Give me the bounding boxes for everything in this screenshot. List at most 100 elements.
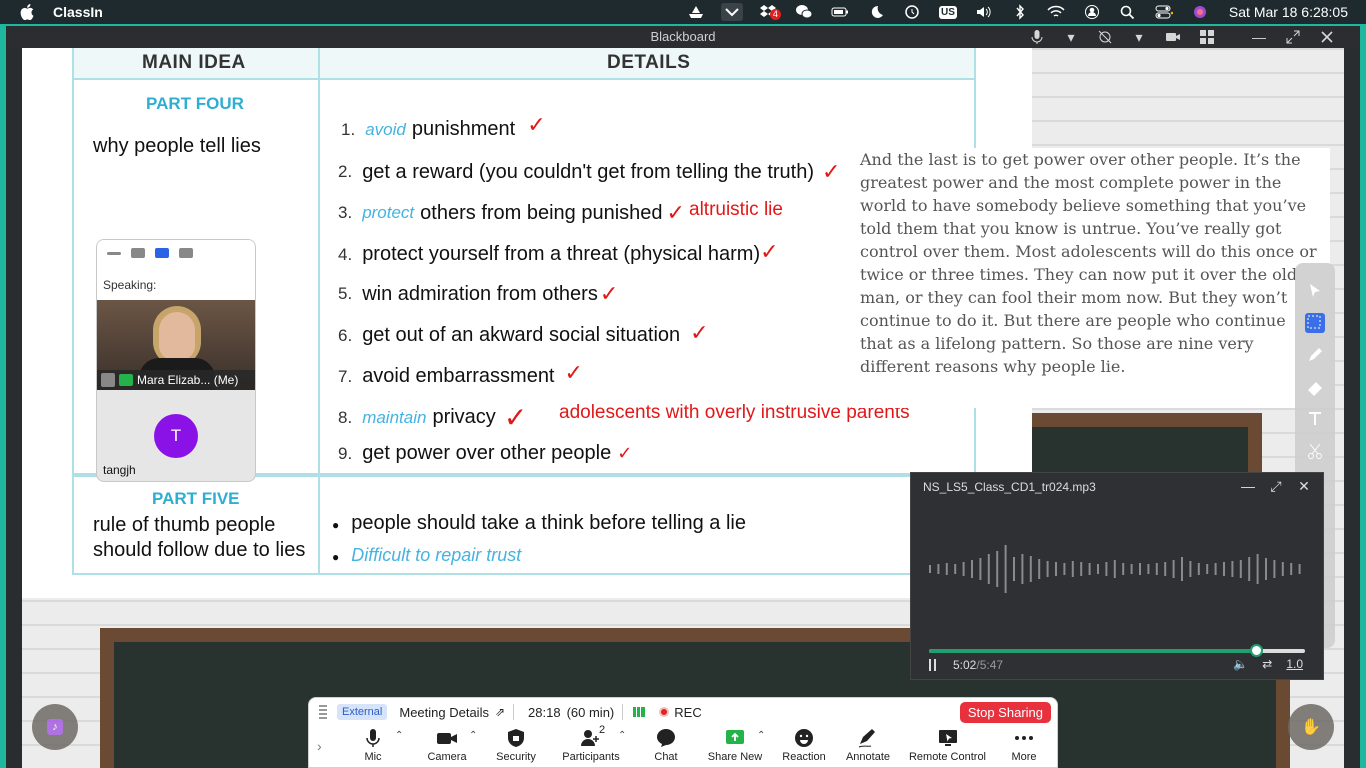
raise-hand-icon: ✋ <box>1301 719 1321 736</box>
wifi-icon[interactable] <box>1045 3 1067 21</box>
minimize-panel-icon[interactable] <box>107 252 121 255</box>
annotate-icon <box>858 729 875 748</box>
chevron-down-icon[interactable]: ▾ <box>1062 28 1080 46</box>
chevron-down-icon[interactable]: ▾ <box>1130 28 1148 46</box>
bluetooth-icon[interactable] <box>1009 3 1031 21</box>
raise-hand-button[interactable]: ✋ <box>1288 704 1334 750</box>
transcript-quote: And the last is to get power over other … <box>852 148 1330 408</box>
detail-row: 5. win admiration from others ✓ <box>338 281 619 306</box>
battery-icon[interactable] <box>829 3 851 21</box>
participant-name: tangjh <box>103 463 136 477</box>
input-source-icon[interactable]: US <box>937 3 959 21</box>
microphone-icon[interactable] <box>1028 28 1046 46</box>
ship-icon[interactable] <box>685 3 707 21</box>
meeting-buttons-row: › Mic ⌃ Camera ⌃ Security Participants 2… <box>309 724 1059 768</box>
bullet-item: ● people should take a think before telli… <box>332 512 746 534</box>
more-button[interactable]: More <box>989 728 1059 763</box>
volume-icon[interactable] <box>973 3 995 21</box>
stop-sharing-button[interactable]: Stop Sharing <box>959 702 1051 723</box>
check-mark: ✓ <box>599 281 619 306</box>
list-view-icon[interactable] <box>155 248 169 258</box>
close-icon[interactable]: ✕ <box>1297 478 1311 495</box>
close-icon[interactable] <box>1318 28 1336 46</box>
chevron-right-icon[interactable]: › <box>317 738 322 754</box>
part-four-main-idea: why people tell lies <box>93 135 261 157</box>
reaction-button[interactable]: Reaction <box>769 728 839 763</box>
control-center-icon[interactable] <box>1153 3 1175 21</box>
bullet-item: ● Difficult to repair trust <box>332 545 522 565</box>
annotate-button[interactable]: Annotate <box>833 728 903 763</box>
check-mark: ✓ <box>527 111 546 137</box>
spotlight-search-icon[interactable] <box>1117 3 1139 21</box>
check-mark: ✓ <box>690 319 709 345</box>
drag-handle-icon[interactable] <box>319 705 327 719</box>
layout-grid-icon[interactable] <box>1198 28 1216 46</box>
playback-speed[interactable]: 1.0 <box>1286 657 1303 671</box>
part-five-main-idea-line1: rule of thumb people <box>93 514 276 536</box>
detail-row: 1. avoid punishment ✓ <box>341 111 546 141</box>
chevron-up-icon[interactable]: ⌃ <box>757 730 765 741</box>
chat-button[interactable]: Chat <box>631 728 701 763</box>
speaker-video: Mara Elizab... (Me) <box>97 300 255 390</box>
dropbox-icon[interactable]: 4 <box>757 3 781 21</box>
speaker-muted-icon[interactable] <box>1096 28 1114 46</box>
player-controls: 5:02/5:47 🔈 ⇄ 1.0 <box>929 655 1309 675</box>
minimize-icon[interactable]: — <box>1241 478 1255 495</box>
classin-tray-icon[interactable] <box>720 3 743 21</box>
pointer-icon[interactable] <box>1305 281 1325 301</box>
apple-icon[interactable] <box>20 4 34 20</box>
speaking-label: Speaking: <box>103 278 157 292</box>
share-screen-icon <box>726 730 744 744</box>
select-icon[interactable] <box>1305 313 1325 333</box>
gallery-view-icon[interactable] <box>179 248 193 258</box>
meeting-details-link[interactable]: Meeting Details <box>399 705 489 720</box>
remote-control-button[interactable]: Remote Control <box>905 728 990 763</box>
total-time: /5:47 <box>976 658 1004 672</box>
microphone-icon <box>366 729 380 747</box>
chevron-up-icon[interactable]: ⌃ <box>618 730 626 741</box>
waveform <box>929 545 1301 593</box>
siri-icon[interactable] <box>1189 3 1211 21</box>
camera-icon[interactable] <box>1164 28 1182 46</box>
progress-slider[interactable] <box>929 644 1305 657</box>
wechat-icon[interactable] <box>793 3 815 21</box>
annotation-altruistic-lie: altruistic lie <box>689 199 783 220</box>
eraser-icon[interactable] <box>1305 377 1325 397</box>
app-name[interactable]: ClassIn <box>53 4 103 20</box>
user-icon[interactable] <box>1081 3 1103 21</box>
chevron-up-icon[interactable]: ⌃ <box>469 730 477 741</box>
expand-icon[interactable]: ⤢ <box>1269 478 1283 495</box>
signal-icon[interactable] <box>633 707 646 717</box>
detail-row: 3. protect others from being punished ✓ <box>338 200 685 225</box>
header-details: DETAILS <box>607 52 691 73</box>
pen-icon[interactable] <box>1305 345 1325 365</box>
check-mark: ✓ <box>564 359 583 385</box>
audio-player[interactable]: NS_LS5_Class_CD1_tr024.mp3 — ⤢ ✕ 5:02/5:… <box>910 472 1324 680</box>
music-button[interactable]: ♪ <box>32 704 78 750</box>
chat-icon <box>657 729 675 747</box>
detail-row: 7. avoid embarrassment ✓ <box>338 359 583 388</box>
time-machine-icon[interactable] <box>901 3 923 21</box>
progress-fill <box>929 649 1257 653</box>
participants-button[interactable]: Participants <box>556 728 626 763</box>
loop-off-icon[interactable]: ⇄ <box>1262 657 1272 671</box>
detail-row: 6. get out of an akward social situation ✓ <box>338 319 709 347</box>
window-titlebar: Blackboard ▾ ▾ — <box>6 26 1360 48</box>
part-four-label: PART FOUR <box>146 94 244 113</box>
share-link-icon[interactable]: ⇗ <box>495 705 505 719</box>
moon-icon[interactable] <box>865 3 887 21</box>
chevron-up-icon[interactable]: ⌃ <box>395 730 403 741</box>
pause-icon[interactable] <box>929 659 941 671</box>
speaker-name: Mara Elizab... (Me) <box>137 373 239 387</box>
security-button[interactable]: Security <box>481 728 551 763</box>
recording-indicator[interactable]: REC <box>659 705 702 720</box>
single-view-icon[interactable] <box>131 248 145 258</box>
menubar-clock[interactable]: Sat Mar 18 6:28:05 <box>1229 4 1348 20</box>
scissors-icon[interactable] <box>1305 441 1325 461</box>
restore-icon[interactable] <box>1284 28 1302 46</box>
text-icon[interactable] <box>1305 409 1325 429</box>
speaker-panel[interactable]: Speaking: Mara Elizab... (Me) T tangjh <box>96 239 256 482</box>
minimize-icon[interactable]: — <box>1250 28 1268 46</box>
player-window-controls: — ⤢ ✕ <box>1241 478 1311 495</box>
volume-icon[interactable]: 🔈 <box>1233 657 1248 671</box>
